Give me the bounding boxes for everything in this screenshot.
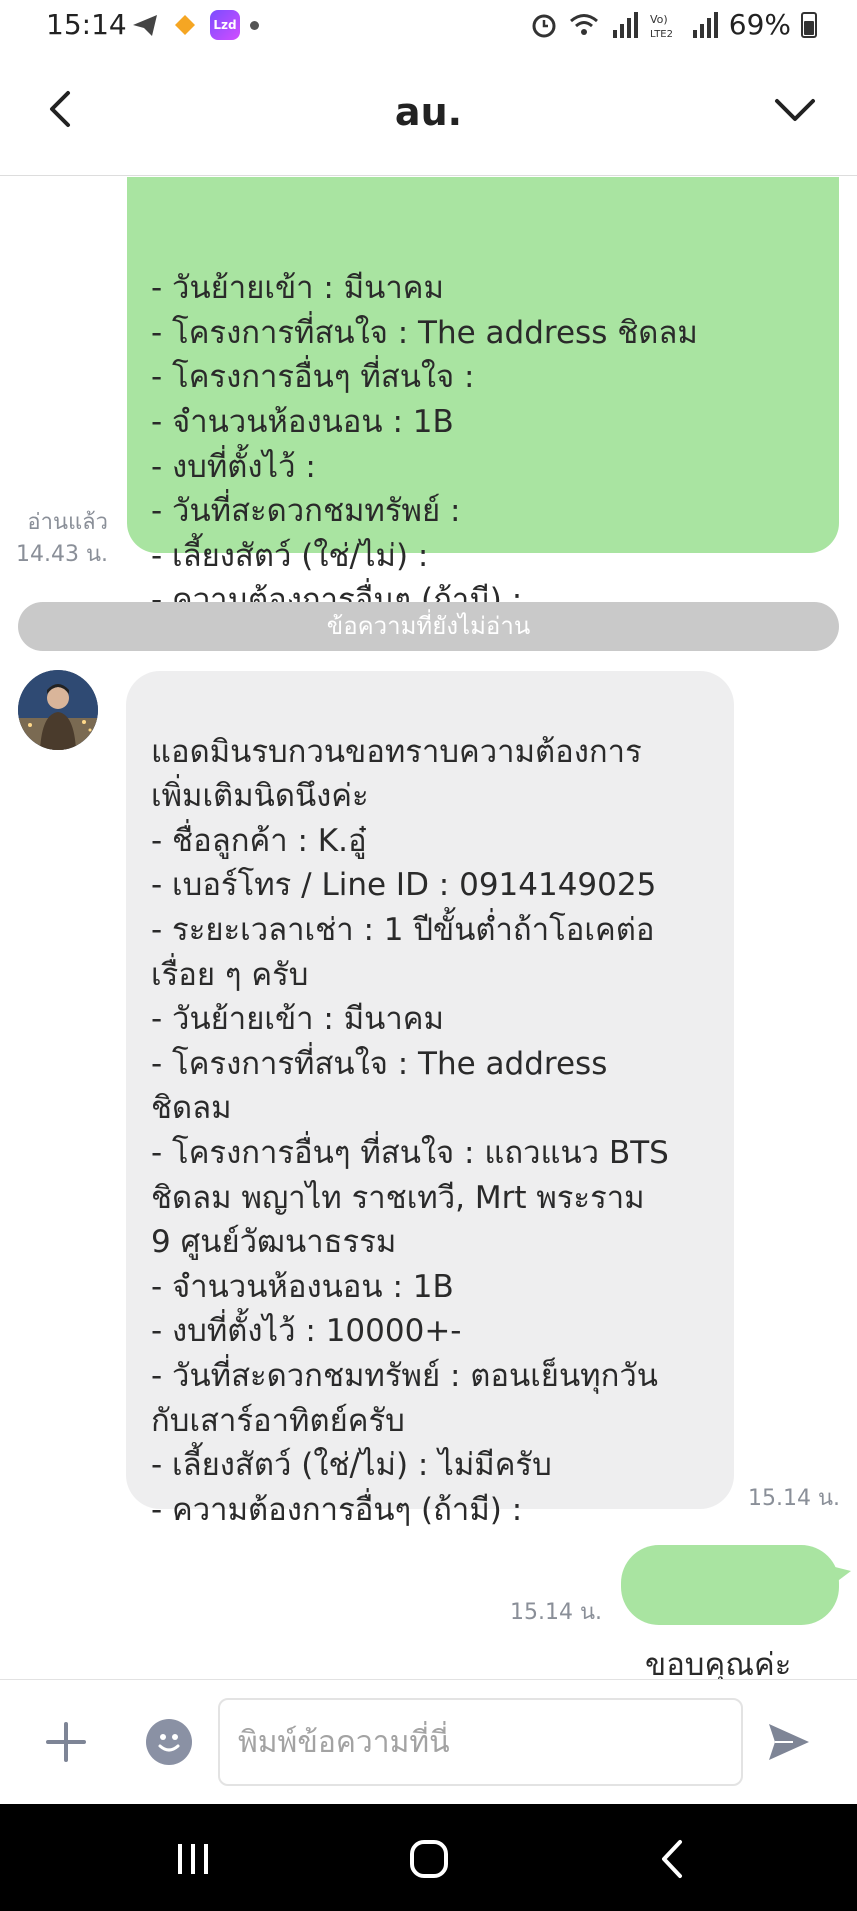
- chat-title: au.: [394, 90, 463, 134]
- status-bar: 15:14 Lzd Vo) LTE2 69%: [0, 0, 857, 52]
- read-label: อ่านแล้ว: [27, 510, 108, 535]
- signal-2-icon: [692, 11, 718, 38]
- plus-icon[interactable]: [42, 1718, 90, 1766]
- unread-divider: ข้อความที่ยังไม่อ่าน: [18, 602, 839, 651]
- signal-icon: [612, 11, 638, 38]
- svg-text:Vo): Vo): [650, 13, 668, 26]
- telegram-icon: [133, 15, 157, 36]
- outgoing-message-thanks[interactable]: ขอบคุณค่ะ: [621, 1545, 839, 1679]
- avatar[interactable]: [18, 670, 98, 750]
- nav-back-icon[interactable]: [648, 1834, 698, 1884]
- volte-icon: Vo) LTE2: [650, 13, 673, 40]
- smiley-face-icon: [158, 1734, 180, 1752]
- emoji-icon[interactable]: [146, 1719, 192, 1765]
- home-icon[interactable]: [404, 1834, 454, 1884]
- avatar-image: [18, 670, 98, 750]
- outgoing-thanks-time: 15.14 น.: [509, 1600, 602, 1625]
- status-system-icons: Vo) LTE2 69%: [529, 8, 817, 41]
- lazada-icon: Lzd: [210, 10, 240, 40]
- shopee-icon: [175, 15, 195, 35]
- bubble-tail: [835, 1567, 851, 1583]
- system-nav-bar: [0, 1804, 857, 1911]
- battery-percent: 69%: [728, 8, 791, 41]
- read-receipt: อ่านแล้ว 14.43 น.: [8, 507, 108, 571]
- chat-messages[interactable]: - วันย้ายเข้า : มีนาคม - โครงการที่สนใจ …: [0, 177, 857, 1679]
- outgoing-form-time: 14.43 น.: [15, 542, 108, 567]
- chevron-down-icon[interactable]: [771, 87, 819, 131]
- svg-text:LTE2: LTE2: [650, 29, 673, 40]
- outgoing-thanks-text: ขอบคุณค่ะ: [645, 1647, 792, 1679]
- incoming-message-time: 15.14 น.: [747, 1486, 840, 1511]
- incoming-message-text: แอดมินรบกวนขอทราบความต้องการ เพิ่มเติมนิ…: [151, 733, 669, 1528]
- outgoing-form-text: - วันย้ายเข้า : มีนาคม - โครงการที่สนใจ …: [151, 270, 698, 619]
- status-time: 15:14: [46, 8, 127, 41]
- recents-icon[interactable]: [168, 1834, 218, 1884]
- chat-header: au.: [0, 52, 857, 176]
- alarm-icon: [532, 14, 556, 37]
- outgoing-message-form[interactable]: - วันย้ายเข้า : มีนาคม - โครงการที่สนใจ …: [127, 177, 839, 618]
- wifi-icon: [569, 13, 598, 35]
- battery-icon: [801, 11, 817, 38]
- incoming-message[interactable]: แอดมินรบกวนขอทราบความต้องการ เพิ่มเติมนิ…: [126, 671, 734, 1528]
- status-notification-icons: Lzd: [130, 10, 259, 40]
- send-icon[interactable]: [765, 1718, 813, 1766]
- message-input-bar: [0, 1679, 857, 1804]
- message-input[interactable]: [218, 1698, 743, 1786]
- more-notifications-dot: [250, 20, 259, 30]
